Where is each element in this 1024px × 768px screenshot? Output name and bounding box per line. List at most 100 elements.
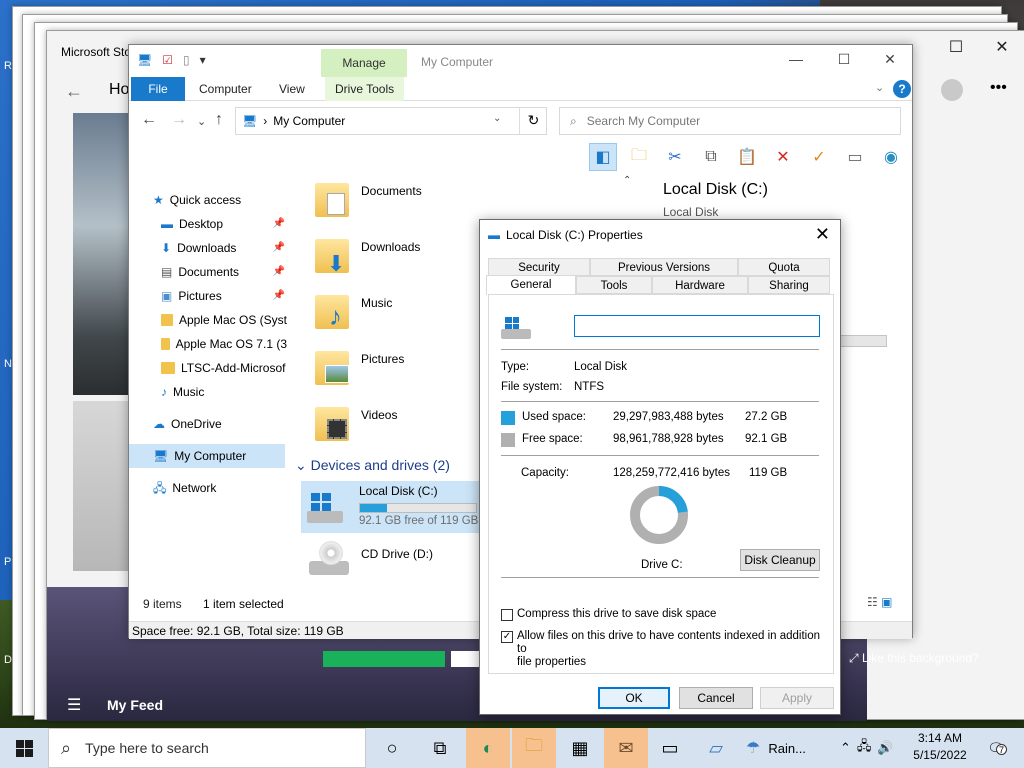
tab-previous-versions[interactable]: Previous Versions	[590, 258, 738, 276]
network-icon[interactable]: 🖧	[857, 737, 872, 759]
nav-item-music[interactable]: ♪ Music	[161, 380, 285, 404]
store-icon[interactable]: ▦	[558, 728, 602, 768]
tab-sharing[interactable]: Sharing	[748, 276, 830, 294]
store-home-label[interactable]: Ho	[109, 81, 129, 99]
folder-documents[interactable]: Documents	[361, 184, 422, 198]
back-arrow-icon[interactable]: ←	[65, 81, 83, 102]
tiles-view-icon[interactable]: ▣	[881, 595, 892, 609]
maximize-icon[interactable]: ☐	[821, 51, 867, 68]
shell-icon[interactable]: ◉	[877, 143, 905, 171]
checkmark-icon[interactable]: ✓	[805, 143, 833, 171]
avatar[interactable]	[941, 79, 963, 101]
ok-button[interactable]: OK	[598, 687, 670, 709]
edge-icon[interactable]: ◐	[466, 728, 510, 768]
close-icon[interactable]: ✕	[867, 51, 913, 68]
disk-cleanup-button[interactable]: Disk Cleanup	[740, 549, 820, 571]
cd-drive-icon[interactable]	[309, 541, 353, 581]
apply-button[interactable]: Apply	[760, 687, 834, 709]
tab-security[interactable]: Security	[488, 258, 590, 276]
customize-qat-icon[interactable]: ▾	[200, 53, 206, 67]
my-feed-label[interactable]: My Feed	[107, 697, 163, 713]
chevron-down-icon[interactable]: ⌄	[875, 81, 884, 94]
nav-item-onedrive[interactable]: ☁ OneDrive	[153, 412, 287, 436]
delete-icon[interactable]: ✕	[769, 143, 797, 171]
more-icon[interactable]: •••	[990, 79, 1007, 97]
start-button[interactable]	[0, 728, 48, 768]
index-checkbox[interactable]: ✓	[501, 631, 513, 643]
search-input[interactable]: ⌕ Search My Computer	[559, 107, 901, 135]
documents-folder-icon[interactable]	[313, 179, 353, 219]
compress-checkbox[interactable]	[501, 609, 513, 621]
cortana-icon[interactable]: ○	[370, 728, 414, 768]
recent-locations-icon[interactable]: ⌄	[197, 115, 206, 128]
chevron-up-icon[interactable]: ⌃	[840, 740, 851, 756]
minimize-icon[interactable]: —	[773, 51, 819, 67]
refresh-icon[interactable]: ↻	[519, 107, 547, 135]
terminal-icon[interactable]: ▭	[648, 728, 692, 768]
volume-label-input[interactable]	[574, 315, 820, 337]
volume-icon[interactable]: 🔊	[877, 740, 893, 756]
tab-general[interactable]: General	[486, 275, 576, 295]
new-folder-icon[interactable]: ▯	[183, 53, 190, 67]
pictures-folder-icon[interactable]	[313, 347, 353, 387]
nav-item-network[interactable]: 🖧 Network	[153, 476, 287, 500]
tab-file[interactable]: File	[131, 77, 185, 101]
tab-tools[interactable]: Tools	[576, 276, 652, 294]
tab-drive-tools[interactable]: Drive Tools	[325, 77, 405, 101]
folder-videos[interactable]: Videos	[361, 408, 397, 422]
nav-item-desktop[interactable]: ▬ Desktop 📌	[161, 212, 285, 236]
copy-icon[interactable]: ⧉	[697, 143, 725, 171]
mail-icon[interactable]: ✉	[604, 728, 648, 768]
cut-icon[interactable]: ✂	[661, 143, 689, 171]
drive-cd-d[interactable]: CD Drive (D:)	[361, 547, 433, 561]
folder-music[interactable]: Music	[361, 296, 392, 310]
tab-computer[interactable]: Computer	[189, 77, 262, 101]
nav-item-folder[interactable]: Apple Mac OS 7.1 (3	[161, 332, 287, 356]
free-space-swatch	[501, 433, 515, 447]
nav-item-pictures[interactable]: ▣ Pictures 📌	[161, 284, 285, 308]
control-panel-icon[interactable]: ▱	[694, 728, 738, 768]
videos-folder-icon[interactable]	[313, 403, 353, 443]
folder-pictures[interactable]: Pictures	[361, 352, 404, 366]
file-explorer-icon[interactable]: 🗀	[512, 728, 556, 768]
weather-widget[interactable]: ☂ Rain...	[746, 728, 830, 768]
tab-view[interactable]: View	[269, 77, 315, 101]
music-folder-icon[interactable]: ♪	[313, 291, 353, 331]
details-view-icon[interactable]: ☷	[867, 595, 878, 609]
downloads-folder-icon[interactable]: ⬇	[313, 235, 353, 276]
folder-downloads[interactable]: Downloads	[361, 240, 420, 254]
pin-icon: 📌	[272, 266, 285, 277]
manage-tab[interactable]: Manage	[321, 49, 407, 77]
cancel-button[interactable]: Cancel	[679, 687, 753, 709]
hamburger-icon[interactable]: ☰	[67, 695, 81, 715]
help-icon[interactable]: ?	[893, 80, 911, 98]
nav-item-folder[interactable]: Apple Mac OS (Syst	[161, 308, 287, 332]
up-arrow-icon[interactable]: ↑	[215, 111, 223, 129]
taskbar-search-input[interactable]: ⌕ Type here to search	[48, 728, 366, 768]
nav-item-downloads[interactable]: ⬇ Downloads 📌	[161, 236, 285, 260]
forward-arrow-icon[interactable]: →	[171, 111, 187, 129]
notification-icon[interactable]: 🗨7	[984, 736, 1008, 760]
close-icon[interactable]: ✕	[815, 224, 830, 245]
rename-icon[interactable]: ▭	[841, 143, 869, 171]
scroll-up-icon[interactable]: ⌃	[623, 175, 631, 186]
tab-quota[interactable]: Quota	[738, 258, 830, 276]
like-background-link[interactable]: ⤢ Like this background?	[849, 651, 979, 666]
new-folder-icon[interactable]: 🗀	[625, 143, 653, 171]
drive-local-disk-c[interactable]: Local Disk (C:) 92.1 GB free of 119 GB	[301, 481, 481, 533]
devices-section-header[interactable]: ⌄ Devices and drives (2)	[295, 457, 450, 474]
task-view-icon[interactable]: ⧉	[418, 728, 462, 768]
nav-quick-access[interactable]: ★ Quick access	[153, 188, 311, 212]
properties-icon[interactable]: ☑	[162, 53, 173, 67]
tab-hardware[interactable]: Hardware	[652, 276, 748, 294]
maximize-icon[interactable]: ☐	[933, 37, 979, 57]
paste-icon[interactable]: 📋	[733, 143, 761, 171]
taskbar-clock[interactable]: 3:14 AM 5/15/2022	[908, 730, 972, 764]
nav-item-my-computer[interactable]: 🖥 My Computer	[129, 444, 285, 468]
nav-item-documents[interactable]: ▤ Documents 📌	[161, 260, 285, 284]
close-icon[interactable]: ✕	[979, 37, 1024, 57]
chevron-down-icon[interactable]: ⌄	[493, 113, 501, 124]
nav-item-folder[interactable]: LTSC-Add-Microsof	[161, 356, 287, 380]
preview-pane-icon[interactable]: ◧	[589, 143, 617, 171]
back-arrow-icon[interactable]: ←	[141, 111, 157, 129]
